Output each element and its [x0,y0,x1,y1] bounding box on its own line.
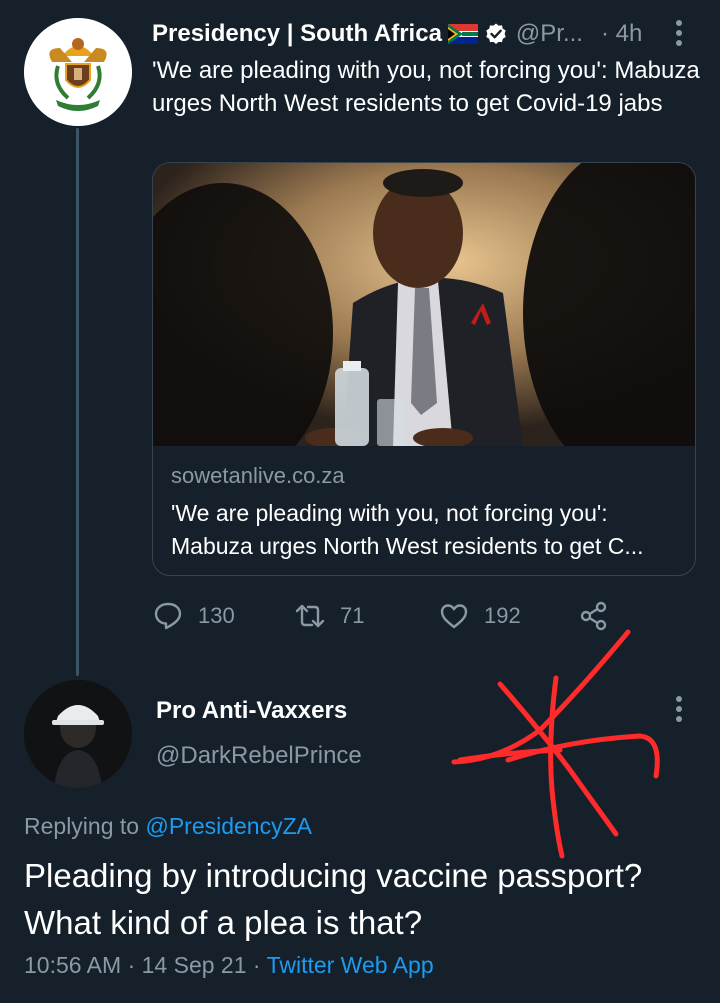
reply-source[interactable]: Twitter Web App [267,952,434,978]
share-icon [580,601,607,631]
author-name[interactable]: Presidency | South Africa [152,20,442,48]
thread-connector-line [76,128,79,676]
replying-to-line: Replying to @PresidencyZA [24,813,312,840]
article-photo [153,163,695,446]
red-scribble-annotation [451,629,660,859]
reply-text: Pleading by introducing vaccine passport… [24,857,643,941]
like-button[interactable]: 192 [438,596,521,636]
card-domain: sowetanlive.co.za [171,463,345,488]
reply-button[interactable]: 130 [152,596,235,636]
reply-date[interactable]: 14 Sep 21 [142,952,247,978]
tweet-header: Presidency | South Africa @Pr... · 4h [152,18,702,50]
retweet-button[interactable]: 71 [294,596,364,636]
reply-meta: 10:56 AM · 14 Sep 21 · Twitter Web App [24,952,434,979]
reply-author-handle[interactable]: @DarkRebelPrince [156,742,362,770]
reply-author-name[interactable]: Pro Anti-Vaxxers [156,697,347,725]
share-button[interactable] [578,596,610,636]
card-title: 'We are pleading with you, not forcing y… [171,500,644,559]
meta-separator: · [252,952,261,978]
replying-to-mention[interactable]: @PresidencyZA [145,813,312,839]
reply-time[interactable]: 10:56 AM [24,952,121,978]
tweet-action-bar: 130 71 192 [152,596,672,636]
retweet-count: 71 [340,603,365,628]
reply-author-avatar[interactable] [24,680,132,788]
like-count: 192 [484,603,521,628]
author-handle[interactable]: @Pr... [516,20,583,48]
person-avatar-icon [24,680,132,788]
retweet-icon [295,604,325,628]
south-africa-flag-icon [447,24,478,44]
speaker-photo-image [153,163,695,446]
verified-badge-icon [486,23,506,44]
reply-more-options-icon[interactable] [668,694,690,724]
heart-icon [440,604,468,629]
tweet-timestamp[interactable]: · 4h [601,20,642,48]
presidency-avatar[interactable] [24,18,132,126]
replying-to-prefix: Replying to [24,813,140,839]
tweet-text: 'We are pleading with you, not forcing y… [152,57,700,117]
link-preview-card[interactable]: sowetanlive.co.za 'We are pleading with … [152,162,696,576]
reply-count: 130 [198,603,235,628]
coat-of-arms-icon [24,18,132,126]
meta-separator: · [127,952,136,978]
reply-icon [154,602,182,630]
more-options-icon[interactable] [668,18,690,48]
